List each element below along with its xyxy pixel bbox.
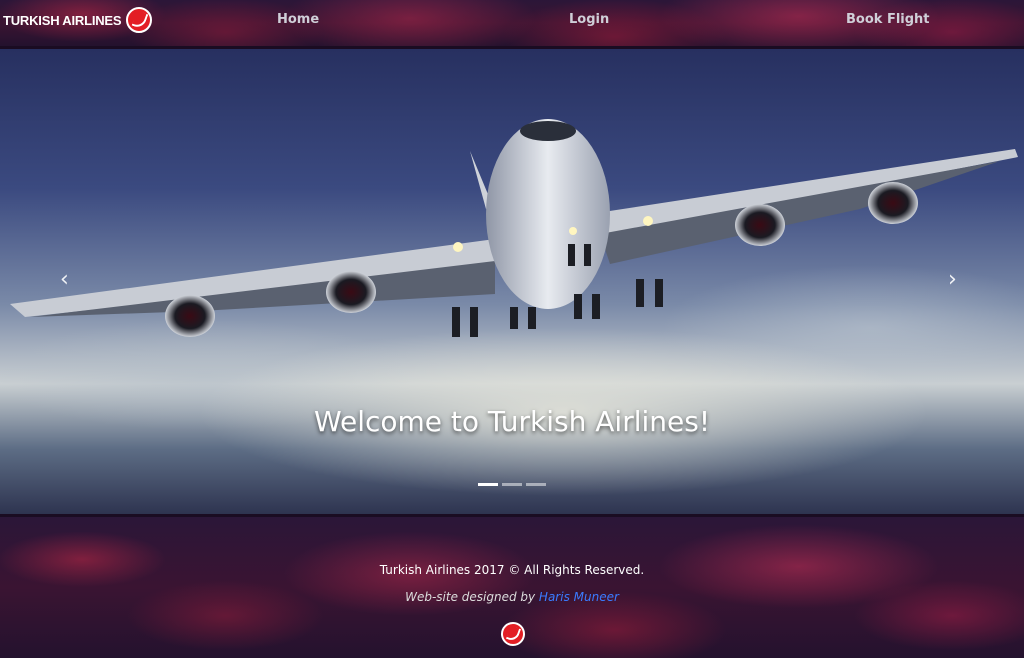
chevron-right-icon[interactable]: › [948, 267, 957, 292]
nav-login-link[interactable]: Login [569, 12, 609, 27]
copyright-text: Turkish Airlines 2017 © All Rights Reser… [379, 563, 645, 577]
turkish-airlines-bird-icon [126, 7, 153, 33]
site-footer: Turkish Airlines 2017 © All Rights Reser… [0, 514, 1024, 658]
carousel-caption: Welcome to Turkish Airlines! [313, 405, 711, 438]
carousel-indicators [478, 483, 546, 486]
brand-name: TURKISH AIRLINES [3, 12, 122, 28]
airplane-image [10, 119, 1018, 337]
hero-carousel: ‹ › Welcome to Turkish Airlines! [0, 49, 1024, 514]
designer-credit-prefix: Web-site designed by [405, 590, 539, 604]
nav-home-link[interactable]: Home [277, 12, 319, 27]
designer-link[interactable]: Haris Muneer [539, 590, 619, 604]
brand-logo[interactable]: TURKISH AIRLINES [3, 4, 153, 36]
nav-book-flight-link[interactable]: Book Flight [846, 12, 930, 27]
turkish-airlines-bird-icon [501, 622, 525, 646]
carousel-indicator-2[interactable] [502, 483, 522, 486]
site-header: TURKISH AIRLINES Home Login Book Flight [0, 0, 1024, 49]
carousel-indicator-1[interactable] [478, 483, 498, 486]
designer-credit: Web-site designed by Haris Muneer [0, 590, 1024, 604]
chevron-left-icon[interactable]: ‹ [60, 267, 69, 292]
carousel-indicator-3[interactable] [526, 483, 546, 486]
